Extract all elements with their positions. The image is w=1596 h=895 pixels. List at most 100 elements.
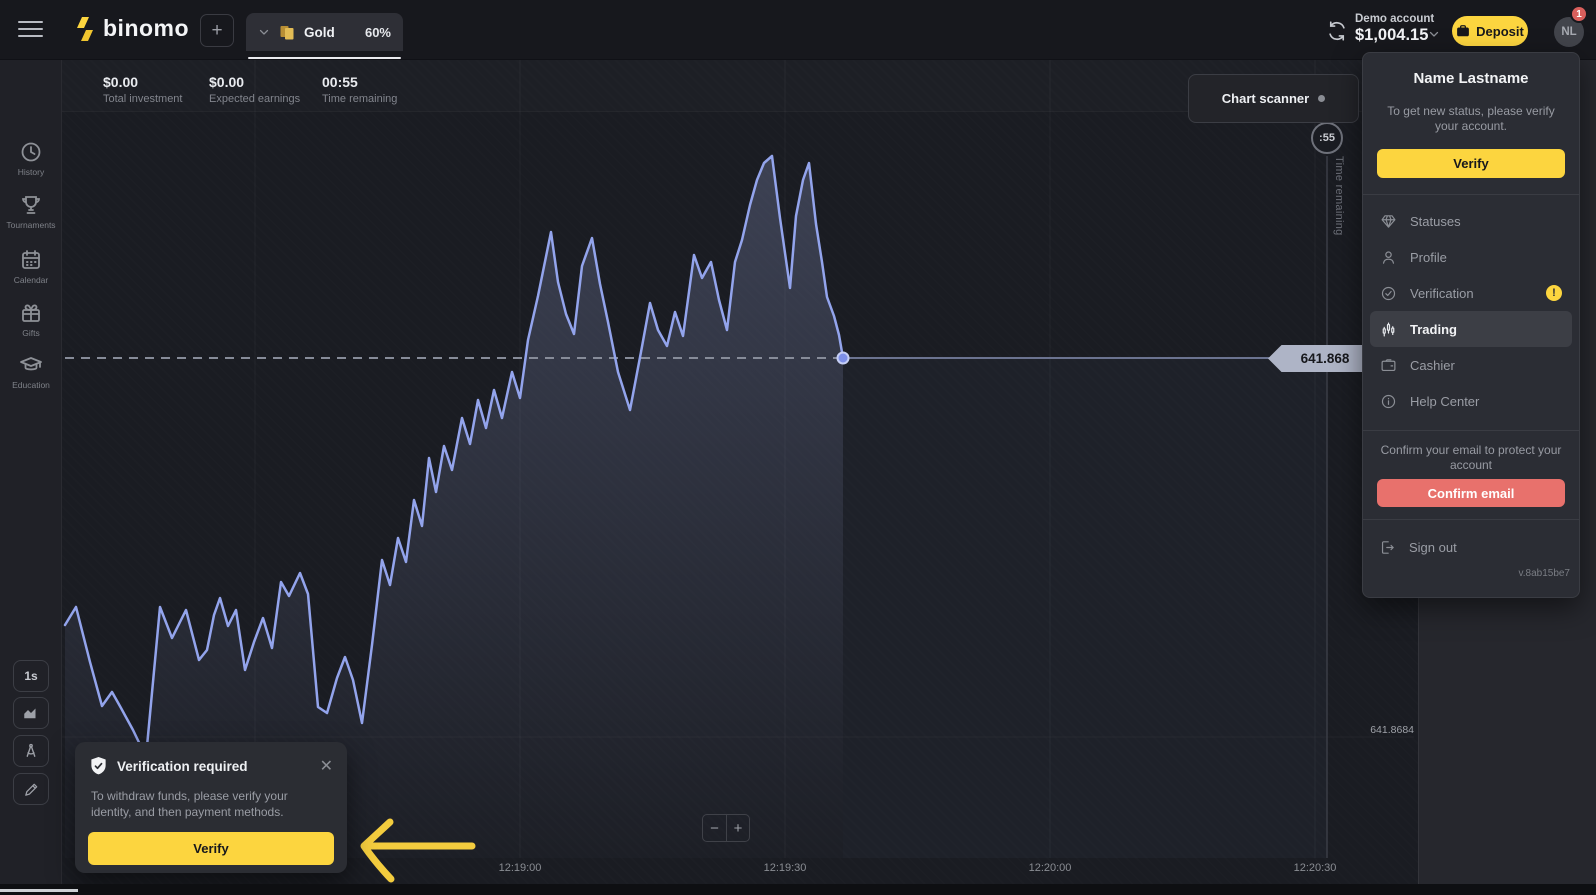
app-version: v.8ab15be7 <box>1363 568 1579 579</box>
deposit-button[interactable]: Deposit <box>1452 16 1528 46</box>
gem-icon <box>1380 213 1397 230</box>
user-icon <box>1380 249 1397 266</box>
verification-popup: Verification required ✕ To withdraw fund… <box>75 742 347 873</box>
verification-alert-badge: ! <box>1546 285 1562 301</box>
expected-earnings: $0.00 Expected earnings <box>209 74 300 105</box>
chevron-down-icon <box>258 26 270 38</box>
topbar: binomo + Gold 60% Demo account $1,004.15 <box>0 0 1596 60</box>
menu-item-verification[interactable]: Verification ! <box>1370 275 1572 311</box>
menu-item-profile[interactable]: Profile <box>1370 239 1572 275</box>
sidebar-item-calendar[interactable]: Calendar <box>0 248 62 285</box>
chart-type-button[interactable] <box>13 697 49 729</box>
account-type: Demo account <box>1355 13 1434 25</box>
notification-badge: 1 <box>1570 5 1588 23</box>
verify-button[interactable]: Verify <box>1377 149 1565 178</box>
account-menu-list: Statuses Profile Verification ! <box>1363 195 1579 419</box>
binomo-app: $0.00 Total investment $0.00 Expected ea… <box>0 0 1596 895</box>
chart-scanner-label: Chart scanner <box>1222 91 1309 106</box>
sign-out-label: Sign out <box>1409 540 1457 555</box>
menu-item-label: Trading <box>1410 322 1457 337</box>
asset-name: Gold <box>304 25 335 40</box>
expected-earnings-label: Expected earnings <box>209 93 300 105</box>
gift-icon <box>19 301 43 325</box>
menu-item-help-center[interactable]: Help Center <box>1370 383 1572 419</box>
logo-bolt-icon <box>74 16 96 42</box>
time-remaining-label: Time remaining <box>322 93 397 105</box>
shield-check-icon <box>89 756 108 777</box>
menu-item-statuses[interactable]: Statuses <box>1370 203 1572 239</box>
account-switcher[interactable]: Demo account $1,004.15 <box>1355 13 1434 45</box>
asset-payout: 60% <box>365 25 391 40</box>
binomo-logo: binomo <box>74 15 189 42</box>
popup-body: To withdraw funds, please verify your id… <box>91 788 331 820</box>
sidebar-item-gifts[interactable]: Gifts <box>0 301 62 338</box>
time-axis-label: 12:20:30 <box>1280 862 1350 874</box>
account-name: Name Lastname <box>1363 70 1579 87</box>
indicators-button[interactable] <box>13 735 49 767</box>
calendar-icon <box>19 248 43 272</box>
status-dot-icon <box>1318 95 1325 102</box>
account-chevron-down-icon[interactable] <box>1428 28 1440 40</box>
sidebar-item-label: Calendar <box>0 275 62 285</box>
chart-scanner-button[interactable]: Chart scanner <box>1188 74 1359 123</box>
current-price-dot <box>838 353 849 364</box>
area-chart-icon <box>22 704 40 722</box>
time-remaining-axis-label: Time remaining <box>1333 156 1345 236</box>
asset-tab-gold[interactable]: Gold 60% <box>246 13 403 51</box>
active-deal-region <box>843 358 1327 858</box>
annotation-arrow-icon <box>350 795 500 890</box>
logo-text: binomo <box>103 15 189 42</box>
account-menu-panel: Name Lastname To get new status, please … <box>1362 52 1580 598</box>
time-remaining-value: 00:55 <box>322 74 397 90</box>
info-icon <box>1380 393 1397 410</box>
bottom-edge <box>0 884 1596 895</box>
zoom-out-button[interactable]: − <box>703 815 726 841</box>
menu-item-trading[interactable]: Trading <box>1370 311 1572 347</box>
drawing-tools-button[interactable] <box>13 773 49 805</box>
menu-item-cashier[interactable]: Cashier <box>1370 347 1572 383</box>
price-axis-label: 641.8684 <box>1330 724 1414 736</box>
deal-timer-badge: :55 <box>1311 122 1343 154</box>
sign-out-button[interactable]: Sign out <box>1363 532 1579 562</box>
graduation-cap-icon <box>18 353 44 377</box>
pencil-icon <box>23 781 40 798</box>
timeframe-button[interactable]: 1s <box>13 660 49 692</box>
time-axis-label: 12:20:00 <box>1015 862 1085 874</box>
wallet-icon <box>1456 24 1470 38</box>
confirm-email-button[interactable]: Confirm email <box>1377 479 1565 507</box>
expected-earnings-value: $0.00 <box>209 74 300 90</box>
candles-icon <box>1380 321 1397 338</box>
menu-item-label: Statuses <box>1410 214 1461 229</box>
total-investment: $0.00 Total investment <box>103 74 182 105</box>
gold-bars-icon <box>278 23 296 41</box>
close-icon[interactable]: ✕ <box>320 759 333 775</box>
sidebar-item-tournaments[interactable]: Tournaments <box>0 193 62 230</box>
sidebar-item-education[interactable]: Education <box>0 353 62 390</box>
wallet-outline-icon <box>1380 357 1397 374</box>
check-circle-icon <box>1380 285 1397 302</box>
zoom-in-button[interactable]: + <box>726 815 749 841</box>
drafting-compass-icon <box>22 742 40 760</box>
menu-item-label: Cashier <box>1410 358 1455 373</box>
current-price-tag: 641.868 <box>1268 345 1372 372</box>
menu-item-label: Help Center <box>1410 394 1479 409</box>
bottom-scroll-indicator <box>0 889 78 892</box>
account-status-text: To get new status, please verify your ac… <box>1383 104 1559 134</box>
menu-item-label: Verification <box>1410 286 1474 301</box>
menu-icon[interactable] <box>18 21 43 39</box>
total-investment-value: $0.00 <box>103 74 182 90</box>
sidebar-item-history[interactable]: History <box>0 140 62 177</box>
divider <box>1363 519 1579 520</box>
sidebar-item-label: Education <box>0 380 62 390</box>
total-investment-label: Total investment <box>103 93 182 105</box>
add-asset-tab-button[interactable]: + <box>200 14 234 47</box>
clock-icon <box>19 140 43 164</box>
sidebar-item-label: Gifts <box>0 328 62 338</box>
deposit-label: Deposit <box>1476 24 1524 39</box>
menu-item-label: Profile <box>1410 250 1447 265</box>
sidebar-item-label: Tournaments <box>0 220 62 230</box>
chart-zoom-controls: − + <box>702 814 750 842</box>
popup-title: Verification required <box>117 759 248 774</box>
popup-verify-button[interactable]: Verify <box>88 832 334 865</box>
refresh-icon[interactable] <box>1326 20 1348 42</box>
